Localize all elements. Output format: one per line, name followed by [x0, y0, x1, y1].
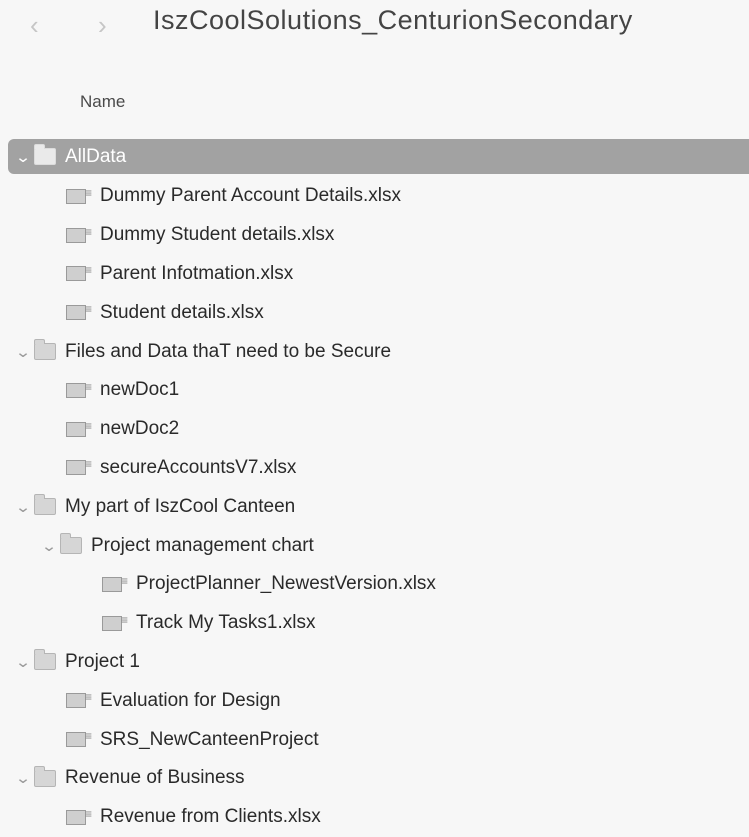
file-name: Evaluation for Design: [100, 689, 281, 711]
spreadsheet-file-icon: [66, 807, 92, 825]
folder-name: Revenue of Business: [65, 767, 245, 789]
spreadsheet-file-icon: [66, 225, 92, 243]
disclosure-chevron-icon[interactable]: ⌄: [14, 769, 32, 787]
file-name: newDoc1: [100, 379, 180, 401]
folder-icon: [34, 144, 56, 165]
spreadsheet-file-icon: [66, 729, 92, 748]
file-name: Dummy Parent Account Details.xlsx: [100, 185, 401, 207]
folder-name: Project management chart: [91, 534, 314, 556]
disclosure-chevron-icon[interactable]: ⌄: [40, 537, 58, 555]
file-row[interactable]: Parent Infotmation.xlsx: [0, 255, 749, 294]
disclosure-chevron-icon[interactable]: ⌄: [14, 343, 32, 361]
folder-row[interactable]: ⌄ My part of IszCool Canteen: [0, 487, 749, 526]
file-row[interactable]: newDoc1: [0, 371, 749, 410]
folder-row[interactable]: ⌄ Project management chart: [0, 526, 749, 565]
spreadsheet-file-icon: [66, 302, 92, 321]
file-row[interactable]: newDoc2: [0, 410, 749, 449]
spreadsheet-file-icon: [66, 380, 92, 398]
folder-row[interactable]: ⌄ AllData: [8, 139, 749, 174]
folder-row[interactable]: ⌄ Files and Data thaT need to be Secure: [0, 332, 749, 371]
folder-name: My part of IszCool Canteen: [65, 495, 296, 517]
disclosure-chevron-icon[interactable]: ⌄: [14, 653, 32, 671]
file-name: Student details.xlsx: [100, 301, 264, 323]
file-name: SRS_NewCanteenProject: [100, 728, 319, 750]
file-name: secureAccountsV7.xlsx: [100, 456, 297, 478]
file-name: Dummy Student details.xlsx: [100, 224, 335, 246]
file-row[interactable]: Revenue from Clients.xlsx: [0, 798, 749, 837]
spreadsheet-file-icon: [66, 457, 92, 476]
folder-icon: [60, 533, 82, 555]
file-row[interactable]: secureAccountsV7.xlsx: [0, 449, 749, 488]
folder-icon: [34, 649, 56, 671]
toolbar: ‹ › IszCoolSolutions_CenturionSecondary: [0, 0, 749, 60]
back-icon[interactable]: ‹: [30, 12, 39, 38]
file-row[interactable]: Evaluation for Design: [0, 681, 749, 720]
name-column-header[interactable]: Name: [80, 92, 125, 112]
folder-name: AllData: [65, 145, 127, 167]
window-title: IszCoolSolutions_CenturionSecondary: [153, 5, 633, 35]
folder-row[interactable]: ⌄ Revenue of Business: [0, 759, 749, 798]
file-row[interactable]: SRS_NewCanteenProject: [0, 720, 749, 759]
file-tree: ⌄ AllData Dummy Parent Account Details.xls…: [0, 139, 749, 837]
file-name: Revenue from Clients.xlsx: [100, 806, 321, 828]
forward-icon[interactable]: ›: [98, 12, 107, 38]
file-name: Parent Infotmation.xlsx: [100, 262, 294, 284]
folder-icon: [34, 339, 56, 361]
folder-icon: [34, 765, 56, 787]
file-name: Track My Tasks1.xlsx: [136, 612, 316, 634]
file-row[interactable]: Track My Tasks1.xlsx: [0, 604, 749, 643]
file-row[interactable]: Student details.xlsx: [0, 293, 749, 332]
disclosure-chevron-icon[interactable]: ⌄: [14, 498, 32, 516]
file-name: ProjectPlanner_NewestVersion.xlsx: [136, 573, 436, 595]
folder-name: Project 1: [65, 650, 140, 672]
file-name: newDoc2: [100, 418, 180, 440]
file-row[interactable]: Dummy Parent Account Details.xlsx: [0, 177, 749, 216]
spreadsheet-file-icon: [102, 574, 128, 592]
disclosure-chevron-icon[interactable]: ⌄: [14, 148, 32, 166]
spreadsheet-file-icon: [66, 690, 92, 709]
spreadsheet-file-icon: [102, 613, 128, 631]
file-row[interactable]: Dummy Student details.xlsx: [0, 216, 749, 255]
spreadsheet-file-icon: [66, 263, 92, 282]
folder-icon: [34, 494, 56, 516]
folder-row[interactable]: ⌄ Project 1: [0, 643, 749, 682]
spreadsheet-file-icon: [66, 419, 92, 437]
folder-name: Files and Data thaT need to be Secure: [65, 340, 392, 362]
file-row[interactable]: ProjectPlanner_NewestVersion.xlsx: [0, 565, 749, 604]
spreadsheet-file-icon: [66, 186, 92, 204]
